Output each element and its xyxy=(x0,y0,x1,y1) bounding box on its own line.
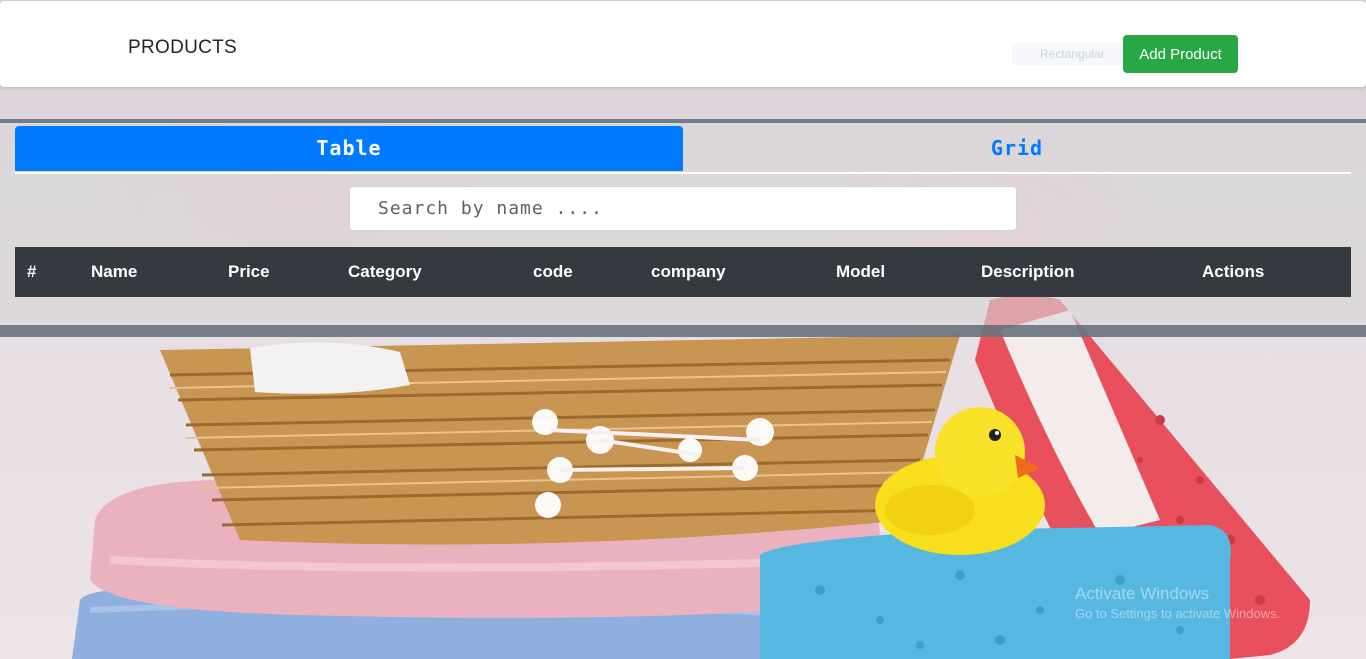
tab-table[interactable]: Table xyxy=(15,126,683,171)
activation-watermark: Activate Windows Go to Settings to activ… xyxy=(1075,584,1280,621)
column-header-company: company xyxy=(651,262,726,281)
view-tabs: Table Grid xyxy=(15,126,1351,174)
column-header-model: Model xyxy=(836,262,886,281)
add-product-button[interactable]: Add Product xyxy=(1123,35,1238,73)
top-navbar: PRODUCTS Rectangular Snip Add Product xyxy=(0,1,1366,87)
column-header-actions: Actions xyxy=(1202,262,1265,281)
column-header-name: Name xyxy=(91,262,138,281)
column-header-index: # xyxy=(27,262,37,281)
column-header-code: code xyxy=(533,262,573,281)
column-header-description: Description xyxy=(981,262,1075,281)
products-panel: Table Grid # Name Price Category code co… xyxy=(0,119,1366,337)
page-title: PRODUCTS xyxy=(128,37,238,58)
watermark-subtitle: Go to Settings to activate Windows. xyxy=(1075,606,1281,621)
snip-tool-overlay: Rectangular Snip xyxy=(1012,43,1124,65)
column-header-price: Price xyxy=(228,262,270,281)
search-input[interactable] xyxy=(349,186,1017,231)
tab-grid[interactable]: Grid xyxy=(683,126,1351,171)
watermark-title: Activate Windows xyxy=(1075,584,1210,603)
column-header-category: Category xyxy=(348,262,422,281)
products-table-header: # Name Price Category code company Model… xyxy=(15,247,1351,297)
